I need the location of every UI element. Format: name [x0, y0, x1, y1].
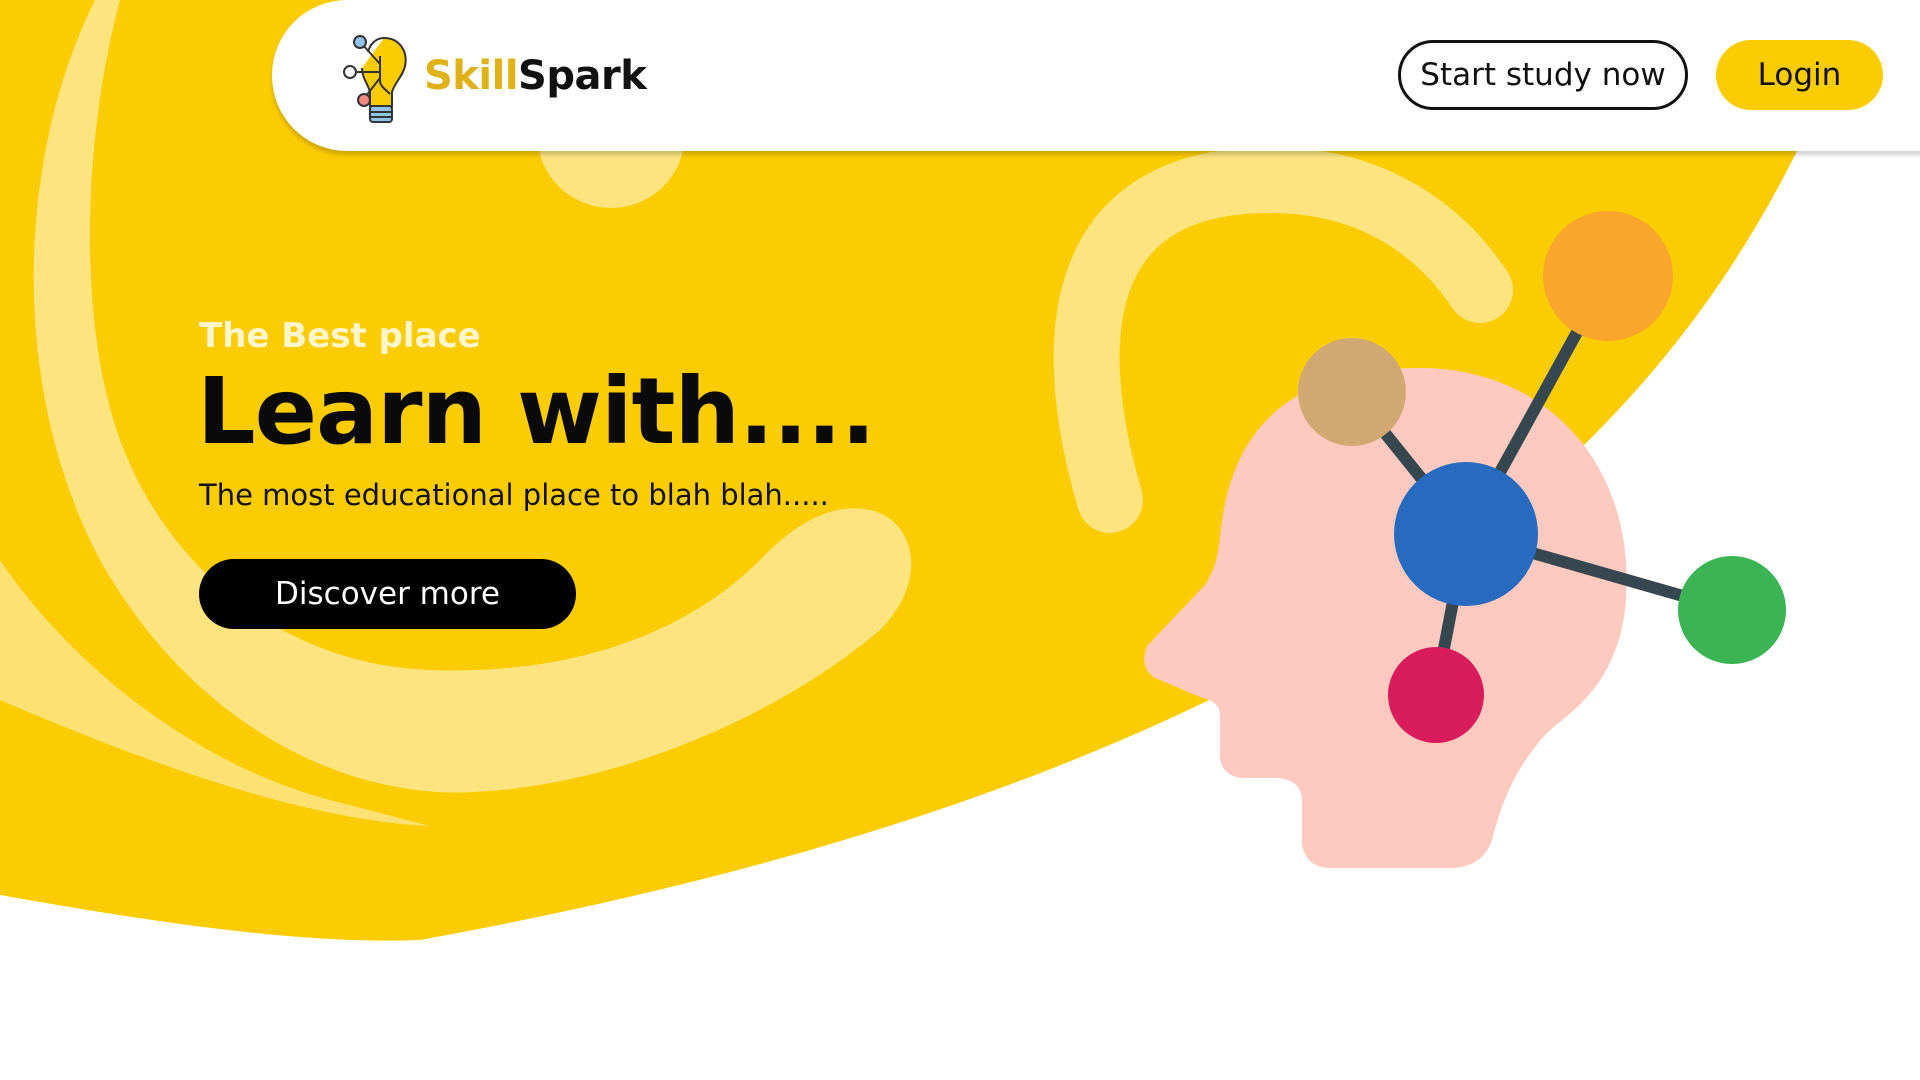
start-study-button[interactable]: Start study now	[1398, 40, 1688, 110]
hero-subtitle: The most educational place to blah blah.…	[199, 478, 829, 512]
node-green	[1678, 556, 1786, 664]
hero-kicker: The Best place	[199, 316, 481, 356]
brand-name: SkillSpark	[424, 53, 647, 99]
hero-title: Learn with....	[197, 358, 876, 465]
node-red	[1388, 647, 1484, 743]
brand-name-part2: Spark	[518, 53, 647, 99]
node-blue	[1394, 462, 1538, 606]
landing-page: SkillSpark Start study now Login The Bes…	[0, 0, 1920, 1080]
node-orange	[1543, 211, 1673, 341]
discover-more-button[interactable]: Discover more	[199, 559, 576, 629]
lightbulb-network-icon	[343, 35, 407, 123]
brand-logo[interactable]: SkillSpark	[340, 26, 647, 126]
brand-name-part1: Skill	[424, 53, 519, 99]
hero-background	[0, 0, 1860, 941]
login-button[interactable]: Login	[1716, 40, 1883, 110]
node-tan	[1298, 338, 1406, 446]
